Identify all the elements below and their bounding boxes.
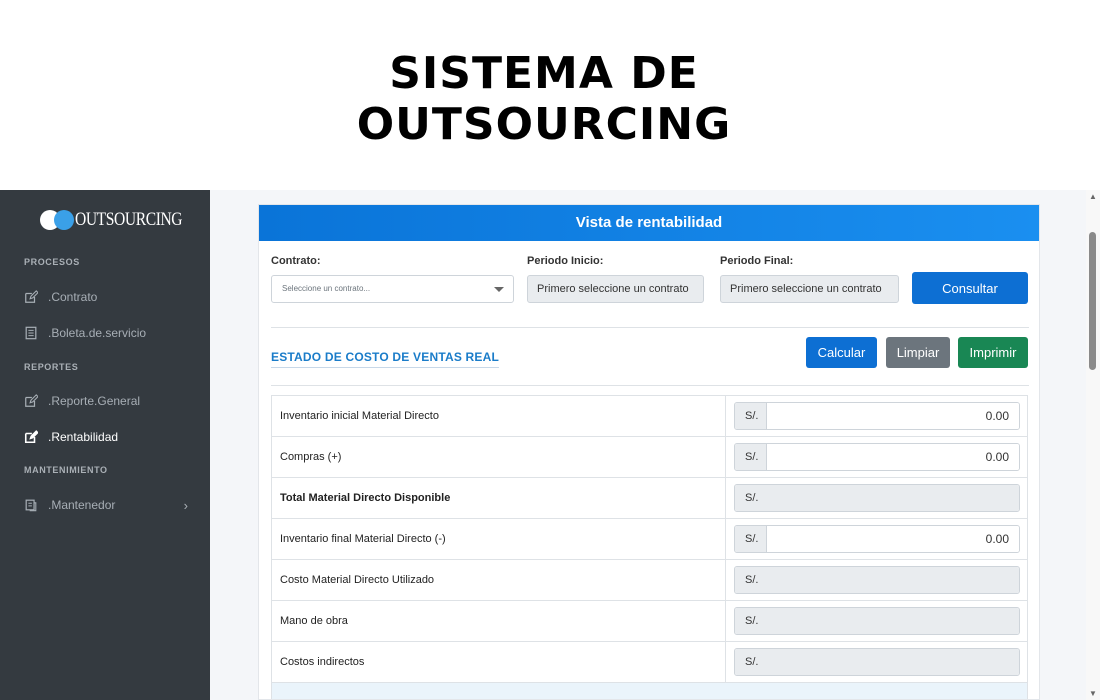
hero-title-line2: OUTSOURCING (356, 99, 732, 150)
section-reportes: REPORTES (24, 362, 79, 372)
document-icon (24, 326, 38, 340)
hero-banner: SISTEMA DE OUTSOURCING (0, 0, 1100, 190)
chevron-right-icon: › (183, 497, 188, 513)
currency-prefix: S/. (735, 567, 767, 593)
currency-prefix: S/. (735, 403, 767, 429)
consultar-button[interactable]: Consultar (912, 272, 1028, 304)
cost-table: Inventario inicial Material Directo S/. … (271, 395, 1028, 699)
row-label: Mano de obra (280, 615, 348, 627)
brand-name: OUTSOURCING (75, 209, 183, 230)
value-input[interactable]: S/. 0.00 (734, 443, 1020, 471)
contrato-select[interactable]: Seleccione un contrato... (271, 275, 514, 303)
sidebar-item-contrato[interactable]: .Contrato (24, 290, 194, 304)
section-title: ESTADO DE COSTO DE VENTAS REAL (271, 350, 500, 368)
value-input[interactable]: S/. 0.00 (734, 402, 1020, 430)
page-scrollbar[interactable]: ▲ ▼ (1086, 190, 1100, 700)
currency-prefix: S/. (735, 485, 767, 511)
periodo-inicio-label: Periodo Inicio: (527, 255, 604, 267)
contrato-label: Contrato: (271, 255, 321, 267)
value-input[interactable]: S/. (734, 566, 1020, 594)
hero-title-line1: SISTEMA DE (389, 48, 699, 99)
divider (271, 385, 1029, 386)
table-row: Total Material Directo Disponible S/. (271, 478, 1028, 519)
currency-prefix: S/. (735, 444, 767, 470)
currency-prefix: S/. (735, 649, 767, 675)
table-row: Mano de obra S/. (271, 601, 1028, 642)
row-value (767, 567, 1019, 593)
rentabilidad-card: Vista de rentabilidad Contrato: Seleccio… (258, 204, 1040, 700)
edit-icon (24, 290, 38, 304)
divider (271, 327, 1029, 328)
table-row: Inventario final Material Directo (-) S/… (271, 519, 1028, 560)
limpiar-button[interactable]: Limpiar (886, 337, 950, 368)
calcular-button[interactable]: Calcular (806, 337, 877, 368)
table-row: Compras (+) S/. 0.00 (271, 437, 1028, 478)
row-value: 0.00 (767, 444, 1019, 470)
value-input[interactable]: S/. 0.00 (734, 525, 1020, 553)
copy-icon (24, 498, 38, 512)
row-value: 0.00 (767, 403, 1019, 429)
sidebar-item-reporte-general[interactable]: .Reporte.General (24, 394, 194, 408)
caret-down-icon (494, 287, 504, 292)
sidebar-item-mantenedor[interactable]: .Mantenedor › (24, 497, 194, 513)
sidebar-item-boleta[interactable]: .Boleta.de.servicio (24, 326, 194, 340)
logo-icon (40, 209, 76, 231)
section-procesos: PROCESOS (24, 257, 80, 267)
periodo-inicio-field[interactable]: Primero seleccione un contrato (527, 275, 704, 303)
scroll-up-icon[interactable]: ▲ (1089, 192, 1097, 201)
table-row: Inventario inicial Material Directo S/. … (271, 396, 1028, 437)
value-input[interactable]: S/. (734, 648, 1020, 676)
periodo-final-field[interactable]: Primero seleccione un contrato (720, 275, 899, 303)
currency-prefix: S/. (735, 608, 767, 634)
row-label: Inventario final Material Directo (-) (280, 533, 446, 545)
row-label: Inventario inicial Material Directo (280, 410, 439, 422)
sidebar-item-label: .Contrato (48, 290, 98, 304)
currency-prefix: S/. (735, 526, 767, 552)
sidebar-item-rentabilidad[interactable]: .Rentabilidad (24, 430, 194, 444)
table-row: Costos indirectos S/. (271, 642, 1028, 683)
app-frame: OUTSOURCING PROCESOS .Contrato .Boleta.d… (0, 190, 1100, 700)
sidebar-item-label: .Reporte.General (48, 394, 141, 408)
value-input[interactable]: S/. (734, 607, 1020, 635)
section-mantenimiento: MANTENIMIENTO (24, 465, 108, 475)
edit-icon (24, 430, 38, 444)
imprimir-button[interactable]: Imprimir (958, 337, 1028, 368)
table-row: Costo Material Directo Utilizado S/. (271, 560, 1028, 601)
value-input[interactable]: S/. (734, 484, 1020, 512)
table-row (271, 683, 1028, 699)
row-value (767, 649, 1019, 675)
row-label: Total Material Directo Disponible (280, 492, 451, 504)
row-label: Costos indirectos (280, 656, 365, 668)
sidebar: OUTSOURCING PROCESOS .Contrato .Boleta.d… (0, 190, 210, 700)
brand-logo[interactable]: OUTSOURCING (40, 208, 206, 232)
sidebar-item-label: .Boleta.de.servicio (48, 326, 147, 340)
periodo-final-label: Periodo Final: (720, 255, 794, 267)
row-label: Compras (+) (280, 451, 342, 463)
scroll-down-icon[interactable]: ▼ (1089, 689, 1097, 698)
sidebar-item-label: .Mantenedor (48, 498, 116, 512)
scrollbar-thumb[interactable] (1089, 232, 1096, 370)
row-value (767, 485, 1019, 511)
card-title: Vista de rentabilidad (259, 205, 1039, 241)
row-value: 0.00 (767, 526, 1019, 552)
row-label: Costo Material Directo Utilizado (280, 574, 435, 586)
contrato-select-placeholder: Seleccione un contrato... (282, 284, 371, 293)
edit-icon (24, 394, 38, 408)
sidebar-item-label: .Rentabilidad (48, 430, 119, 444)
row-value (767, 608, 1019, 634)
